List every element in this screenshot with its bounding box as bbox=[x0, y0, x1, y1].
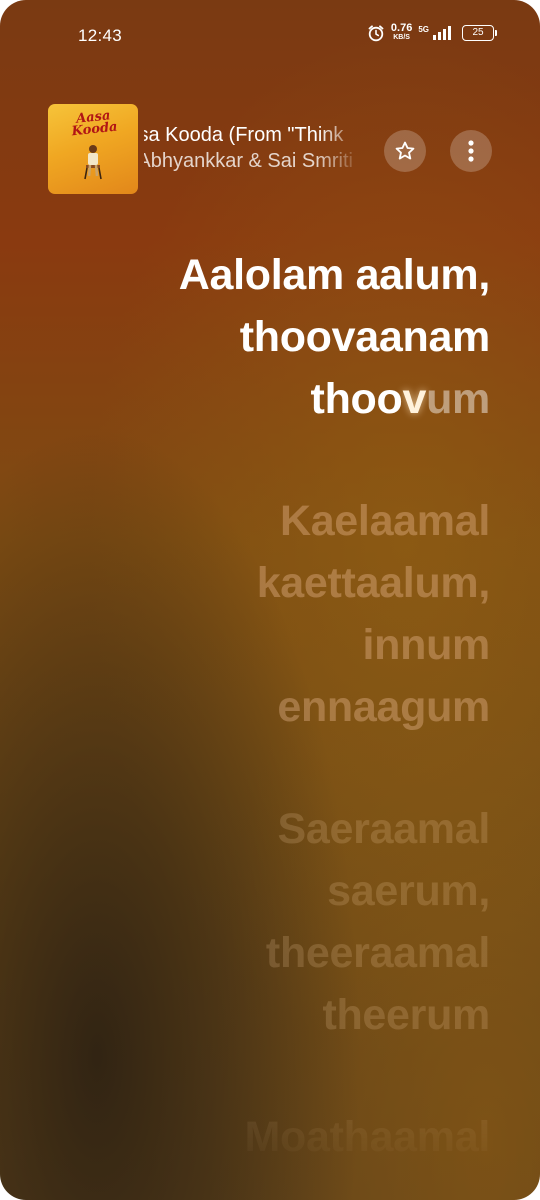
star-outline-icon bbox=[395, 141, 415, 160]
more-options-button[interactable] bbox=[450, 130, 492, 172]
song-artist: Sai Abhyankkar & Sai Smriti bbox=[144, 150, 353, 172]
lyrics-screen: 12:43 0.76 KB/S 5G 25 Aasa Kooda a Kooda… bbox=[0, 0, 540, 1200]
album-art-title: Aasa Kooda bbox=[70, 108, 119, 140]
lyrics-view[interactable]: Aalolam aalum, thoovaanam thoovum Kaelaa… bbox=[30, 244, 491, 1168]
song-title: Aasa Kooda (From "Think bbox=[144, 124, 344, 146]
now-playing-header: Aasa Kooda Aasa Kooda (From "Think Sai A… bbox=[48, 104, 494, 196]
album-art[interactable]: Aasa Kooda bbox=[48, 104, 138, 194]
lyric-line-later-1[interactable]: Saeraamal bbox=[30, 798, 491, 860]
lyric-line-next-2[interactable]: kaettaalum, bbox=[30, 552, 491, 614]
lyric-line-next-4[interactable]: ennaagum bbox=[30, 676, 490, 738]
network-speed-unit: KB/S bbox=[393, 34, 410, 41]
network-speed: 0.76 KB/S bbox=[390, 22, 413, 42]
status-icons: 0.76 KB/S 5G 25 bbox=[367, 22, 497, 42]
verse-gap bbox=[30, 430, 490, 490]
lyric-line-later-2[interactable]: saerum, bbox=[30, 860, 490, 922]
lyric-line-active-1[interactable]: Aalolam aalum, bbox=[30, 244, 491, 306]
lyric-line-next-1[interactable]: Kaelaamal bbox=[30, 490, 490, 552]
song-meta[interactable]: Aasa Kooda (From "Think Sai Abhyankkar &… bbox=[144, 122, 354, 174]
lyric-line-later-4[interactable]: theerum bbox=[30, 984, 490, 1046]
verse-gap bbox=[30, 1046, 490, 1106]
signal-icon bbox=[432, 25, 452, 41]
lyric-line-later-3[interactable]: theeraamal bbox=[30, 922, 490, 984]
network-type: 5G bbox=[418, 24, 429, 34]
lyric-unsung-part: um bbox=[426, 375, 490, 423]
verse-gap bbox=[30, 738, 490, 798]
status-bar: 12:43 0.76 KB/S 5G 25 bbox=[0, 0, 540, 72]
alarm-icon bbox=[367, 24, 385, 42]
lyric-line-active-2[interactable]: thoovaanam bbox=[30, 306, 491, 368]
network-speed-value: 0.76 bbox=[390, 22, 413, 34]
lyric-line-last[interactable]: Moathaamal bbox=[30, 1106, 490, 1168]
album-art-figure bbox=[84, 145, 102, 180]
status-time: 12:43 bbox=[78, 26, 123, 45]
battery-icon: 25 bbox=[462, 25, 497, 41]
more-vertical-icon bbox=[468, 140, 474, 162]
lyric-line-next-3[interactable]: innum bbox=[30, 614, 491, 676]
favorite-button[interactable] bbox=[384, 130, 426, 172]
lyric-current-part: v bbox=[402, 375, 427, 423]
lyric-line-active-3[interactable]: thoovum bbox=[30, 368, 491, 430]
lyric-sung-part: thoo bbox=[310, 375, 403, 423]
